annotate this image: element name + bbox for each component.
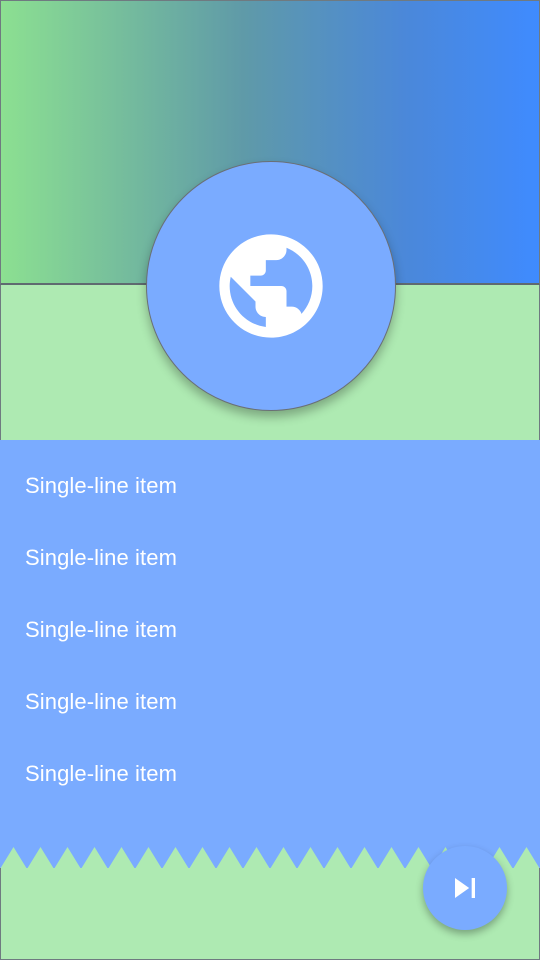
profile-avatar[interactable]	[146, 161, 396, 411]
list-item[interactable]: Single-line item	[0, 450, 540, 522]
list-item[interactable]: Single-line item	[0, 522, 540, 594]
single-line-list: Single-line item Single-line item Single…	[0, 440, 540, 868]
skip-next-button[interactable]	[423, 846, 507, 930]
list-item[interactable]: Single-line item	[0, 594, 540, 666]
list-item[interactable]: Single-line item	[0, 738, 540, 810]
skip-next-icon	[455, 878, 475, 898]
globe-icon	[219, 234, 323, 338]
list-item[interactable]: Single-line item	[0, 666, 540, 738]
